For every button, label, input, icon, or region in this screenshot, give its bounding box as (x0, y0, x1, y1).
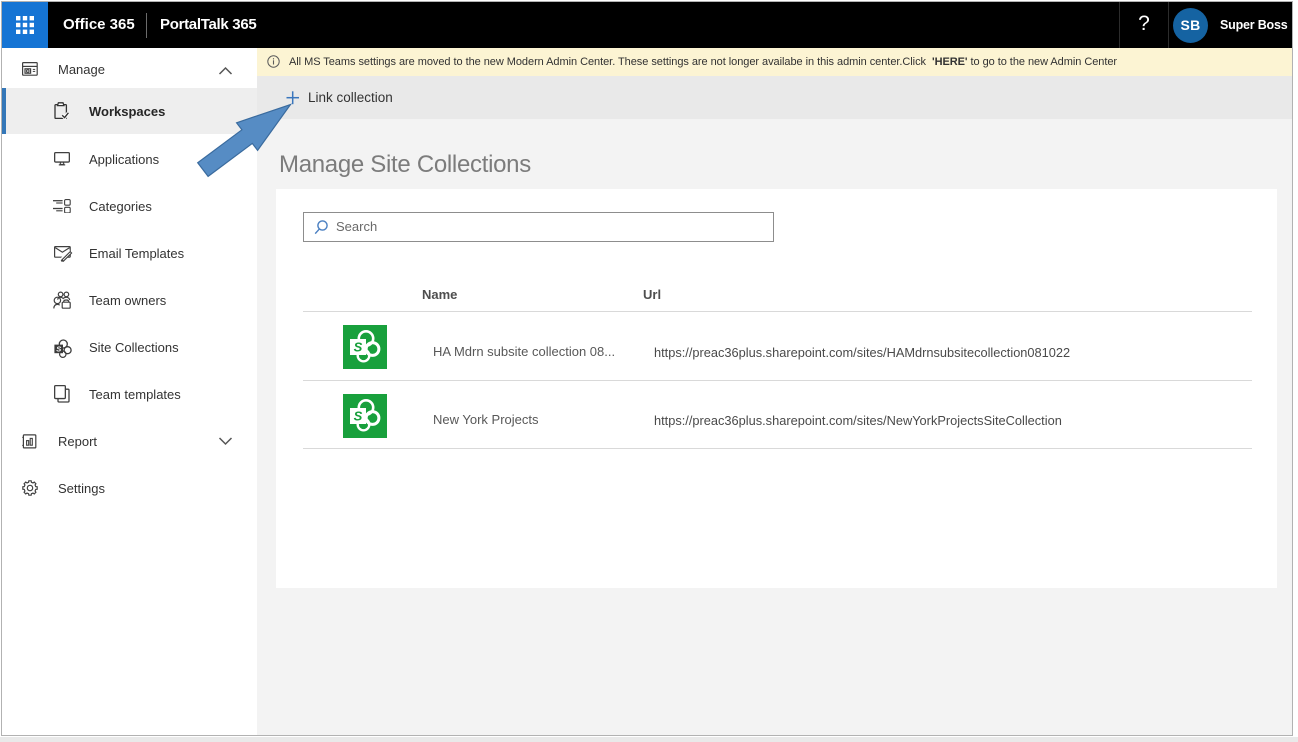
svg-text:S: S (56, 345, 61, 354)
svg-text:S: S (354, 409, 363, 424)
svg-text:S: S (354, 340, 363, 355)
